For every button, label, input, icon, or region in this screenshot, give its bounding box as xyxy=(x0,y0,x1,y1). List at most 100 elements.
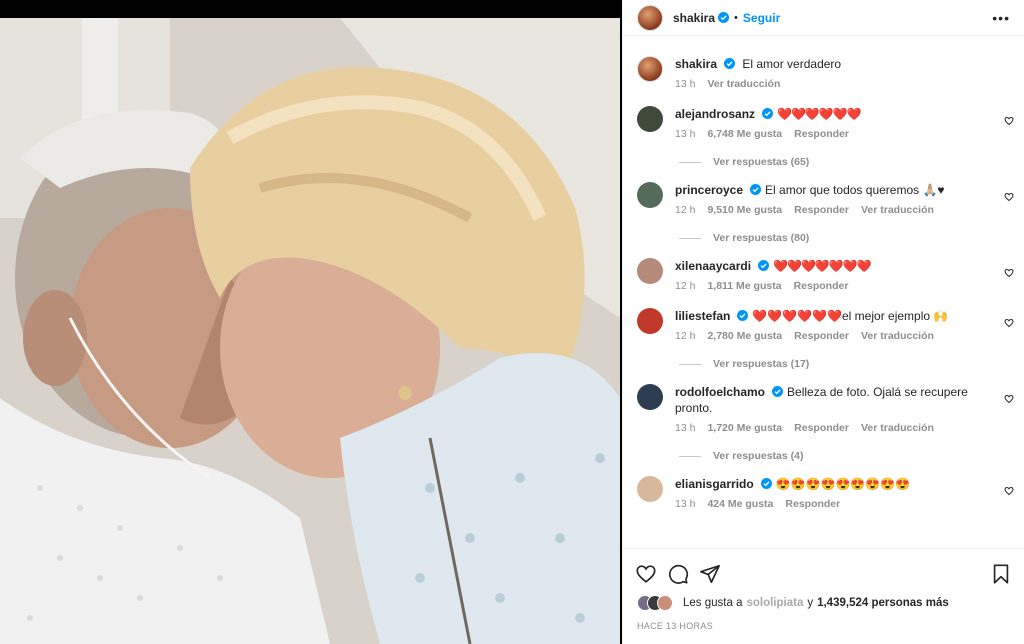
translate-link[interactable]: Ver traducción xyxy=(861,328,934,344)
comment-block: princeroyce El amor que todos queremos 🙏🏼… xyxy=(623,182,1024,244)
comment-body: alejandrosanz ❤️❤️❤️❤️❤️❤️ 13 h 6,748 Me gu… xyxy=(675,106,1010,142)
commenter-username[interactable]: alejandrosanz xyxy=(675,107,755,121)
likes-user[interactable]: sololipiata xyxy=(746,597,803,609)
caption-time[interactable]: 13 h xyxy=(675,76,695,92)
commenter-username[interactable]: liliestefan xyxy=(675,309,730,323)
comment-like-heart-icon[interactable] xyxy=(1004,394,1014,404)
comment-likes[interactable]: 1,720 Me gusta xyxy=(707,420,782,436)
comment-like-heart-icon[interactable] xyxy=(1004,486,1014,496)
commenter-avatar[interactable] xyxy=(637,476,663,502)
comment-meta: 13 h 6,748 Me gusta Responder xyxy=(675,126,980,142)
verified-badge-icon xyxy=(772,386,784,397)
action-bar xyxy=(623,549,1024,589)
view-replies-label: Ver respuestas (4) xyxy=(713,450,804,462)
comment-likes[interactable]: 9,510 Me gusta xyxy=(707,202,782,218)
post-header: shakira • Seguir ••• xyxy=(623,0,1024,36)
post-photo-illustration xyxy=(0,18,620,644)
reply-button[interactable]: Responder xyxy=(794,278,849,294)
view-replies-label: Ver respuestas (80) xyxy=(713,232,810,244)
comments-list[interactable]: shakira El amor verdadero 13 h Ver tradu… xyxy=(623,48,1024,548)
reply-button[interactable]: Responder xyxy=(794,328,849,344)
verified-badge-icon xyxy=(760,478,772,489)
commenter-username[interactable]: princeroyce xyxy=(675,183,743,197)
comment-time[interactable]: 12 h xyxy=(675,328,695,344)
comment-likes[interactable]: 6,748 Me gusta xyxy=(707,126,782,142)
likes-and: y xyxy=(807,597,814,609)
comment-text: ❤️❤️❤️❤️❤️❤️el mejor ejemplo 🙌 xyxy=(752,309,949,323)
comment-body: liliestefan ❤️❤️❤️❤️❤️❤️el mejor ejemplo … xyxy=(675,308,1010,344)
commenter-username[interactable]: xilenaaycardi xyxy=(675,259,751,273)
comment-like-heart-icon[interactable] xyxy=(1004,116,1014,126)
comment: alejandrosanz ❤️❤️❤️❤️❤️❤️ 13 h 6,748 Me gu… xyxy=(623,106,1024,142)
comment-like-heart-icon[interactable] xyxy=(1004,192,1014,202)
comment-time[interactable]: 12 h xyxy=(675,278,695,294)
comment-likes[interactable]: 424 Me gusta xyxy=(707,496,773,512)
comment-text: El amor que todos queremos 🙏🏼♥ xyxy=(765,183,945,197)
view-replies-button[interactable]: Ver respuestas (4) xyxy=(679,450,1024,462)
liker-avatars[interactable] xyxy=(637,595,673,611)
commenter-avatar[interactable] xyxy=(637,308,663,334)
commenter-avatar[interactable] xyxy=(637,384,663,410)
comment-time[interactable]: 13 h xyxy=(675,496,695,512)
translate-link[interactable]: Ver traducción xyxy=(861,420,934,436)
more-options-icon[interactable]: ••• xyxy=(992,10,1010,26)
comment-time[interactable]: 13 h xyxy=(675,420,695,436)
comment-body: elianisgarrido 😍😍😍😍😍😍😍😍😍 13 h 424 Me gusta R… xyxy=(675,476,1010,512)
comment-like-heart-icon[interactable] xyxy=(1004,318,1014,328)
translate-link[interactable]: Ver traducción xyxy=(861,202,934,218)
bookmark-icon[interactable] xyxy=(990,563,1012,585)
follow-button[interactable]: Seguir xyxy=(743,11,780,25)
comment-likes[interactable]: 1,811 Me gusta xyxy=(707,278,781,294)
comment-text: 😍😍😍😍😍😍😍😍😍 xyxy=(775,477,911,491)
caption-avatar[interactable] xyxy=(637,56,663,82)
caption-translate-link[interactable]: Ver traducción xyxy=(707,76,780,92)
caption-username[interactable]: shakira xyxy=(675,57,717,71)
view-replies-button[interactable]: Ver respuestas (80) xyxy=(679,232,1024,244)
view-replies-label: Ver respuestas (65) xyxy=(713,156,810,168)
caption-text: El amor verdadero xyxy=(742,57,842,71)
view-replies-button[interactable]: Ver respuestas (17) xyxy=(679,358,1024,370)
comment-time[interactable]: 13 h xyxy=(675,126,695,142)
commenter-username[interactable]: rodolfoelchamo xyxy=(675,385,765,399)
likes-prefix: Les gusta a xyxy=(683,597,743,609)
reply-button[interactable]: Responder xyxy=(794,202,849,218)
verified-badge-icon xyxy=(718,12,730,23)
author-username[interactable]: shakira xyxy=(673,11,715,25)
commenter-username[interactable]: elianisgarrido xyxy=(675,477,754,491)
liker-avatar xyxy=(657,595,673,611)
comment-like-heart-icon[interactable] xyxy=(1004,268,1014,278)
post-photo[interactable] xyxy=(0,18,620,644)
separator-dot: • xyxy=(734,11,738,24)
share-icon[interactable] xyxy=(699,563,721,585)
reply-button[interactable]: Responder xyxy=(785,496,840,512)
comment-meta: 13 h 424 Me gusta Responder xyxy=(675,496,980,512)
comment: princeroyce El amor que todos queremos 🙏🏼… xyxy=(623,182,1024,218)
view-replies-label: Ver respuestas (17) xyxy=(713,358,810,370)
caption-body: shakira El amor verdadero 13 h Ver tradu… xyxy=(675,56,1010,92)
reply-button[interactable]: Responder xyxy=(794,126,849,142)
comment-icon[interactable] xyxy=(667,563,689,585)
author-avatar[interactable] xyxy=(637,4,663,31)
comment-meta: 12 h 9,510 Me gusta Responder Ver traducció… xyxy=(675,202,980,218)
post-timestamp[interactable]: HACE 13 HORAS xyxy=(623,611,1024,631)
comment-meta: 13 h 1,720 Me gusta Responder Ver traducció… xyxy=(675,420,980,436)
verified-badge-icon xyxy=(724,58,736,69)
comment-block: rodolfoelchamo Belleza de foto. Ojalá se … xyxy=(623,384,1024,462)
comment-likes[interactable]: 2,780 Me gusta xyxy=(707,328,782,344)
verified-badge-icon xyxy=(762,108,774,119)
comment-body: rodolfoelchamo Belleza de foto. Ojalá se … xyxy=(675,384,1010,436)
reply-button[interactable]: Responder xyxy=(794,420,849,436)
comment: liliestefan ❤️❤️❤️❤️❤️❤️el mejor ejemplo … xyxy=(623,308,1024,344)
commenter-avatar[interactable] xyxy=(637,106,663,132)
heart-icon[interactable] xyxy=(635,563,657,585)
commenter-avatar[interactable] xyxy=(637,182,663,208)
likes-count[interactable]: 1,439,524 personas más xyxy=(817,597,949,609)
verified-badge-icon xyxy=(750,184,762,195)
view-replies-button[interactable]: Ver respuestas (65) xyxy=(679,156,1024,168)
comment-text: ❤️❤️❤️❤️❤️❤️❤️ xyxy=(773,259,872,273)
replies-divider xyxy=(679,161,701,163)
comment-block: xilenaaycardi ❤️❤️❤️❤️❤️❤️❤️ 12 h 1,811 Me … xyxy=(623,258,1024,294)
instagram-post: shakira • Seguir ••• shakira El amor ver… xyxy=(0,0,1024,644)
comment-time[interactable]: 12 h xyxy=(675,202,695,218)
commenter-avatar[interactable] xyxy=(637,258,663,284)
